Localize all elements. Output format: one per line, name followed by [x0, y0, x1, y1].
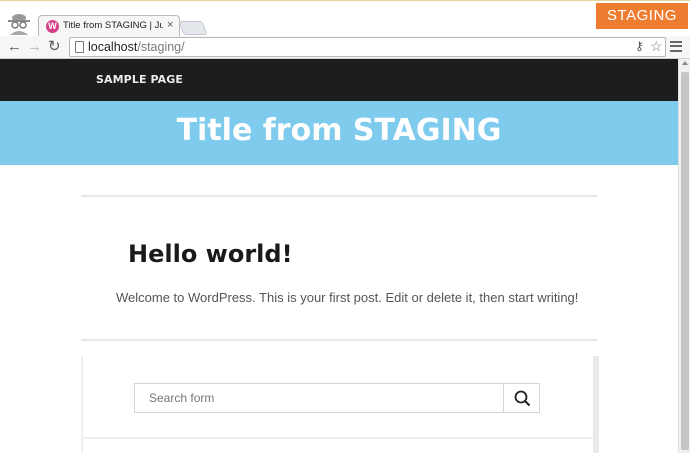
scroll-up-arrow-icon[interactable]: [682, 61, 688, 65]
reload-icon[interactable]: ↻: [48, 37, 61, 57]
vertical-scrollbar[interactable]: [678, 59, 690, 453]
page-viewport: SAMPLE PAGE Title from STAGING Hello wor…: [0, 59, 690, 453]
scrollbar-thumb[interactable]: [681, 72, 689, 450]
site-header: Title from STAGING: [0, 101, 678, 165]
url-text[interactable]: localhost/staging/: [88, 40, 185, 54]
forward-arrow-icon[interactable]: →: [27, 37, 42, 57]
back-arrow-icon[interactable]: ←: [7, 37, 22, 57]
top-divider: [81, 195, 597, 197]
tab-title: Title from STAGING | Just an: [63, 20, 163, 31]
environment-badge: STAGING: [596, 3, 688, 29]
browser-titlebar: W Title from STAGING | Just an × STAGING: [0, 0, 690, 37]
site-title[interactable]: Title from STAGING: [0, 113, 678, 148]
main-content: Hello world! Welcome to WordPress. This …: [0, 165, 678, 453]
search-input[interactable]: [135, 384, 503, 412]
browser-toolbar: ← → ↻ localhost/staging/ ⚷ ☆: [0, 36, 690, 59]
new-tab-button[interactable]: [178, 21, 208, 35]
hamburger-menu-icon[interactable]: [670, 38, 684, 54]
browser-tab[interactable]: W Title from STAGING | Just an ×: [38, 15, 180, 37]
wordpress-favicon-icon: W: [46, 20, 59, 33]
search-widget: [81, 356, 599, 453]
key-icon[interactable]: ⚷: [635, 39, 644, 53]
nav-link-sample-page[interactable]: SAMPLE PAGE: [96, 73, 183, 86]
search-button[interactable]: [503, 384, 539, 412]
post-title[interactable]: Hello world!: [128, 240, 293, 268]
tab-close-icon[interactable]: ×: [167, 19, 173, 31]
search-form: [134, 383, 540, 413]
incognito-icon: [8, 14, 30, 35]
widget-divider: [83, 437, 593, 439]
url-path: /staging/: [137, 40, 185, 54]
url-host: localhost: [88, 40, 138, 54]
page-icon: [75, 41, 84, 53]
post-excerpt: Welcome to WordPress. This is your first…: [116, 290, 579, 305]
search-icon: [514, 390, 530, 406]
bookmark-star-icon[interactable]: ☆: [650, 38, 663, 55]
address-bar[interactable]: localhost/staging/ ⚷ ☆: [69, 37, 666, 57]
site-navigation: SAMPLE PAGE: [0, 59, 678, 101]
post-divider: [81, 339, 597, 341]
